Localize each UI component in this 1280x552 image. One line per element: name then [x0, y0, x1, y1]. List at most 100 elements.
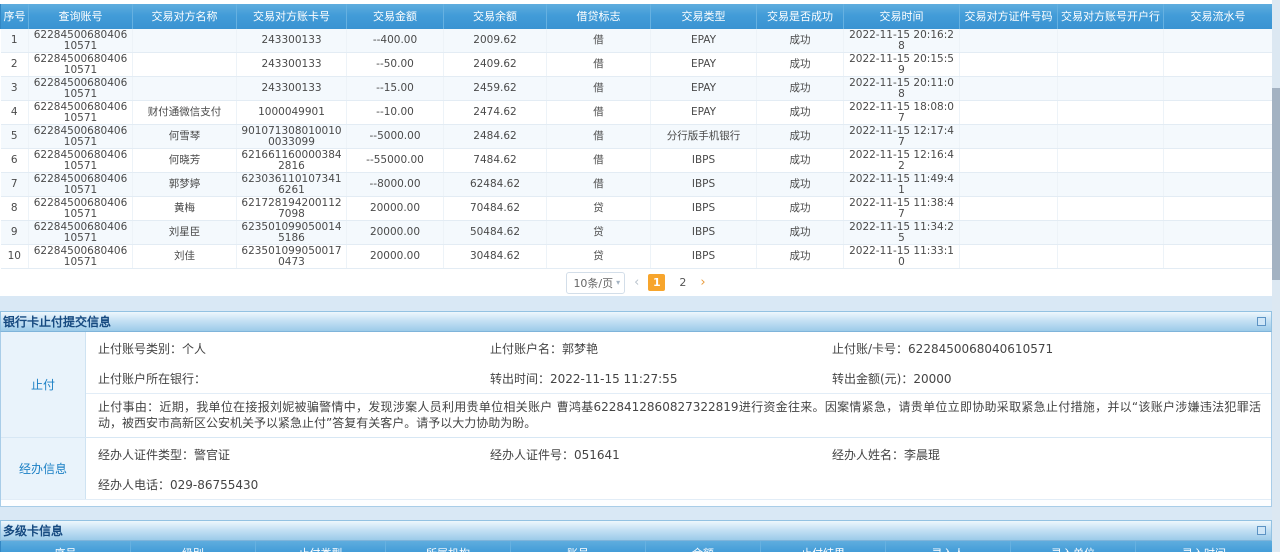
- column-header: 序号: [1, 4, 29, 29]
- transactions-header-row: 序号查询账号交易对方名称交易对方账卡号交易金额交易余额借贷标志交易类型交易是否成…: [1, 4, 1273, 29]
- pagination-bar: 10条/页 ▾ ‹ 12 ›: [0, 269, 1272, 296]
- table-cell: --55000.00: [347, 149, 444, 173]
- table-cell: [1164, 221, 1273, 245]
- table-cell: 成功: [757, 53, 844, 77]
- table-row: 26228450068040610571243300133--50.002409…: [1, 53, 1273, 77]
- collapse-icon[interactable]: [1257, 317, 1266, 326]
- table-cell: 2022-11-15 12:17:47: [844, 125, 960, 149]
- column-header: 交易流水号: [1164, 4, 1273, 29]
- table-cell: 2022-11-15 18:08:07: [844, 101, 960, 125]
- table-cell: 50484.62: [444, 221, 547, 245]
- stop-payment-section-bar: 银行卡止付提交信息: [0, 311, 1272, 332]
- table-cell: 刘佳: [133, 245, 237, 269]
- page-number-2[interactable]: 2: [674, 274, 691, 291]
- prev-page-icon[interactable]: ‹: [634, 275, 639, 290]
- column-header: 止付结果: [761, 541, 886, 552]
- table-cell: [1164, 173, 1273, 197]
- scrollbar-thumb[interactable]: [1272, 88, 1280, 280]
- next-page-icon[interactable]: ›: [700, 275, 705, 290]
- table-cell: [133, 77, 237, 101]
- table-cell: 1: [1, 29, 29, 53]
- table-cell: 243300133: [237, 29, 347, 53]
- table-cell: [960, 221, 1058, 245]
- table-cell: [133, 29, 237, 53]
- table-cell: [1164, 53, 1273, 77]
- transactions-table: 序号查询账号交易对方名称交易对方账卡号交易金额交易余额借贷标志交易类型交易是否成…: [0, 4, 1273, 269]
- table-cell: --400.00: [347, 29, 444, 53]
- table-cell: --15.00: [347, 77, 444, 101]
- table-cell: 2022-11-15 20:11:08: [844, 77, 960, 101]
- table-cell: 2022-11-15 11:49:41: [844, 173, 960, 197]
- table-cell: 6216611600003842816: [237, 149, 347, 173]
- table-cell: 6228450068040610571: [29, 221, 133, 245]
- table-cell: 6217281942001127098: [237, 197, 347, 221]
- table-cell: 6230361101073416261: [237, 173, 347, 197]
- stop-payment-row: 止付 止付账号类别：个人 止付账户名：郭梦艳 止付账/卡号：6228450068…: [1, 332, 1271, 438]
- table-cell: 财付通微信支付: [133, 101, 237, 125]
- column-header: 录入人: [886, 541, 1011, 552]
- table-cell: 成功: [757, 173, 844, 197]
- table-cell: 成功: [757, 245, 844, 269]
- multicard-header-row: 序号级别止付类型所属机构账号余额止付结果录入人录入单位录入时间: [1, 541, 1273, 552]
- table-cell: 6228450068040610571: [29, 149, 133, 173]
- page-number-1[interactable]: 1: [648, 274, 665, 291]
- table-cell: 借: [547, 173, 651, 197]
- table-cell: 20000.00: [347, 245, 444, 269]
- column-header: 借贷标志: [547, 4, 651, 29]
- table-cell: 1000049901: [237, 101, 347, 125]
- table-cell: [1164, 101, 1273, 125]
- table-row: 86228450068040610571黄梅621728194200112709…: [1, 197, 1273, 221]
- page-size-select[interactable]: 10条/页 ▾: [566, 272, 625, 294]
- table-cell: IBPS: [651, 197, 757, 221]
- column-header: 级别: [131, 541, 256, 552]
- table-cell: 黄梅: [133, 197, 237, 221]
- page-size-label: 10条/页: [573, 275, 613, 291]
- table-cell: 6228450068040610571: [29, 101, 133, 125]
- column-header: 交易对方账卡号: [237, 4, 347, 29]
- table-cell: EPAY: [651, 101, 757, 125]
- table-cell: 20000.00: [347, 221, 444, 245]
- table-cell: [1058, 149, 1164, 173]
- table-cell: [1058, 173, 1164, 197]
- table-cell: IBPS: [651, 173, 757, 197]
- stop-payment-box: 止付 止付账号类别：个人 止付账户名：郭梦艳 止付账/卡号：6228450068…: [0, 332, 1272, 507]
- table-cell: EPAY: [651, 29, 757, 53]
- column-header: 交易时间: [844, 4, 960, 29]
- table-cell: 6235010990500145186: [237, 221, 347, 245]
- table-row: 46228450068040610571财付通微信支付1000049901--1…: [1, 101, 1273, 125]
- column-header: 录入单位: [1011, 541, 1136, 552]
- table-cell: [1058, 125, 1164, 149]
- column-header: 录入时间: [1136, 541, 1273, 552]
- column-header: 账号: [511, 541, 646, 552]
- table-cell: 2022-11-15 12:16:42: [844, 149, 960, 173]
- table-cell: 9010713080100100033099: [237, 125, 347, 149]
- table-cell: [960, 29, 1058, 53]
- table-cell: [1058, 101, 1164, 125]
- table-cell: 2474.62: [444, 101, 547, 125]
- table-cell: 243300133: [237, 53, 347, 77]
- multicard-table: 序号级别止付类型所属机构账号余额止付结果录入人录入单位录入时间 1一级第三方止付…: [0, 541, 1273, 552]
- field-agent-name: 经办人姓名：李晨琨: [832, 446, 1271, 463]
- table-cell: --50.00: [347, 53, 444, 77]
- agent-info-row: 经办信息 经办人证件类型：警官证 经办人证件号：051641 经办人姓名：李晨琨…: [1, 438, 1271, 499]
- field-transfer-time: 转出时间：2022-11-15 11:27:55: [490, 370, 832, 387]
- table-cell: 成功: [757, 125, 844, 149]
- column-header: 序号: [1, 541, 131, 552]
- collapse-icon[interactable]: [1257, 526, 1266, 535]
- table-cell: EPAY: [651, 53, 757, 77]
- field-agent-phone: 经办人电话：029-86755430: [98, 476, 490, 493]
- table-cell: [1058, 53, 1164, 77]
- column-header: 查询账号: [29, 4, 133, 29]
- table-cell: 2022-11-15 11:34:25: [844, 221, 960, 245]
- table-cell: 6: [1, 149, 29, 173]
- table-row: 16228450068040610571243300133--400.00200…: [1, 29, 1273, 53]
- table-cell: [1164, 125, 1273, 149]
- vertical-scrollbar[interactable]: [1272, 0, 1280, 552]
- table-cell: [1164, 29, 1273, 53]
- column-header: 交易对方账号开户行: [1058, 4, 1164, 29]
- table-cell: 郭梦婷: [133, 173, 237, 197]
- field-account-type: 止付账号类别：个人: [98, 340, 490, 357]
- table-cell: 5: [1, 125, 29, 149]
- table-cell: 借: [547, 125, 651, 149]
- table-cell: 借: [547, 101, 651, 125]
